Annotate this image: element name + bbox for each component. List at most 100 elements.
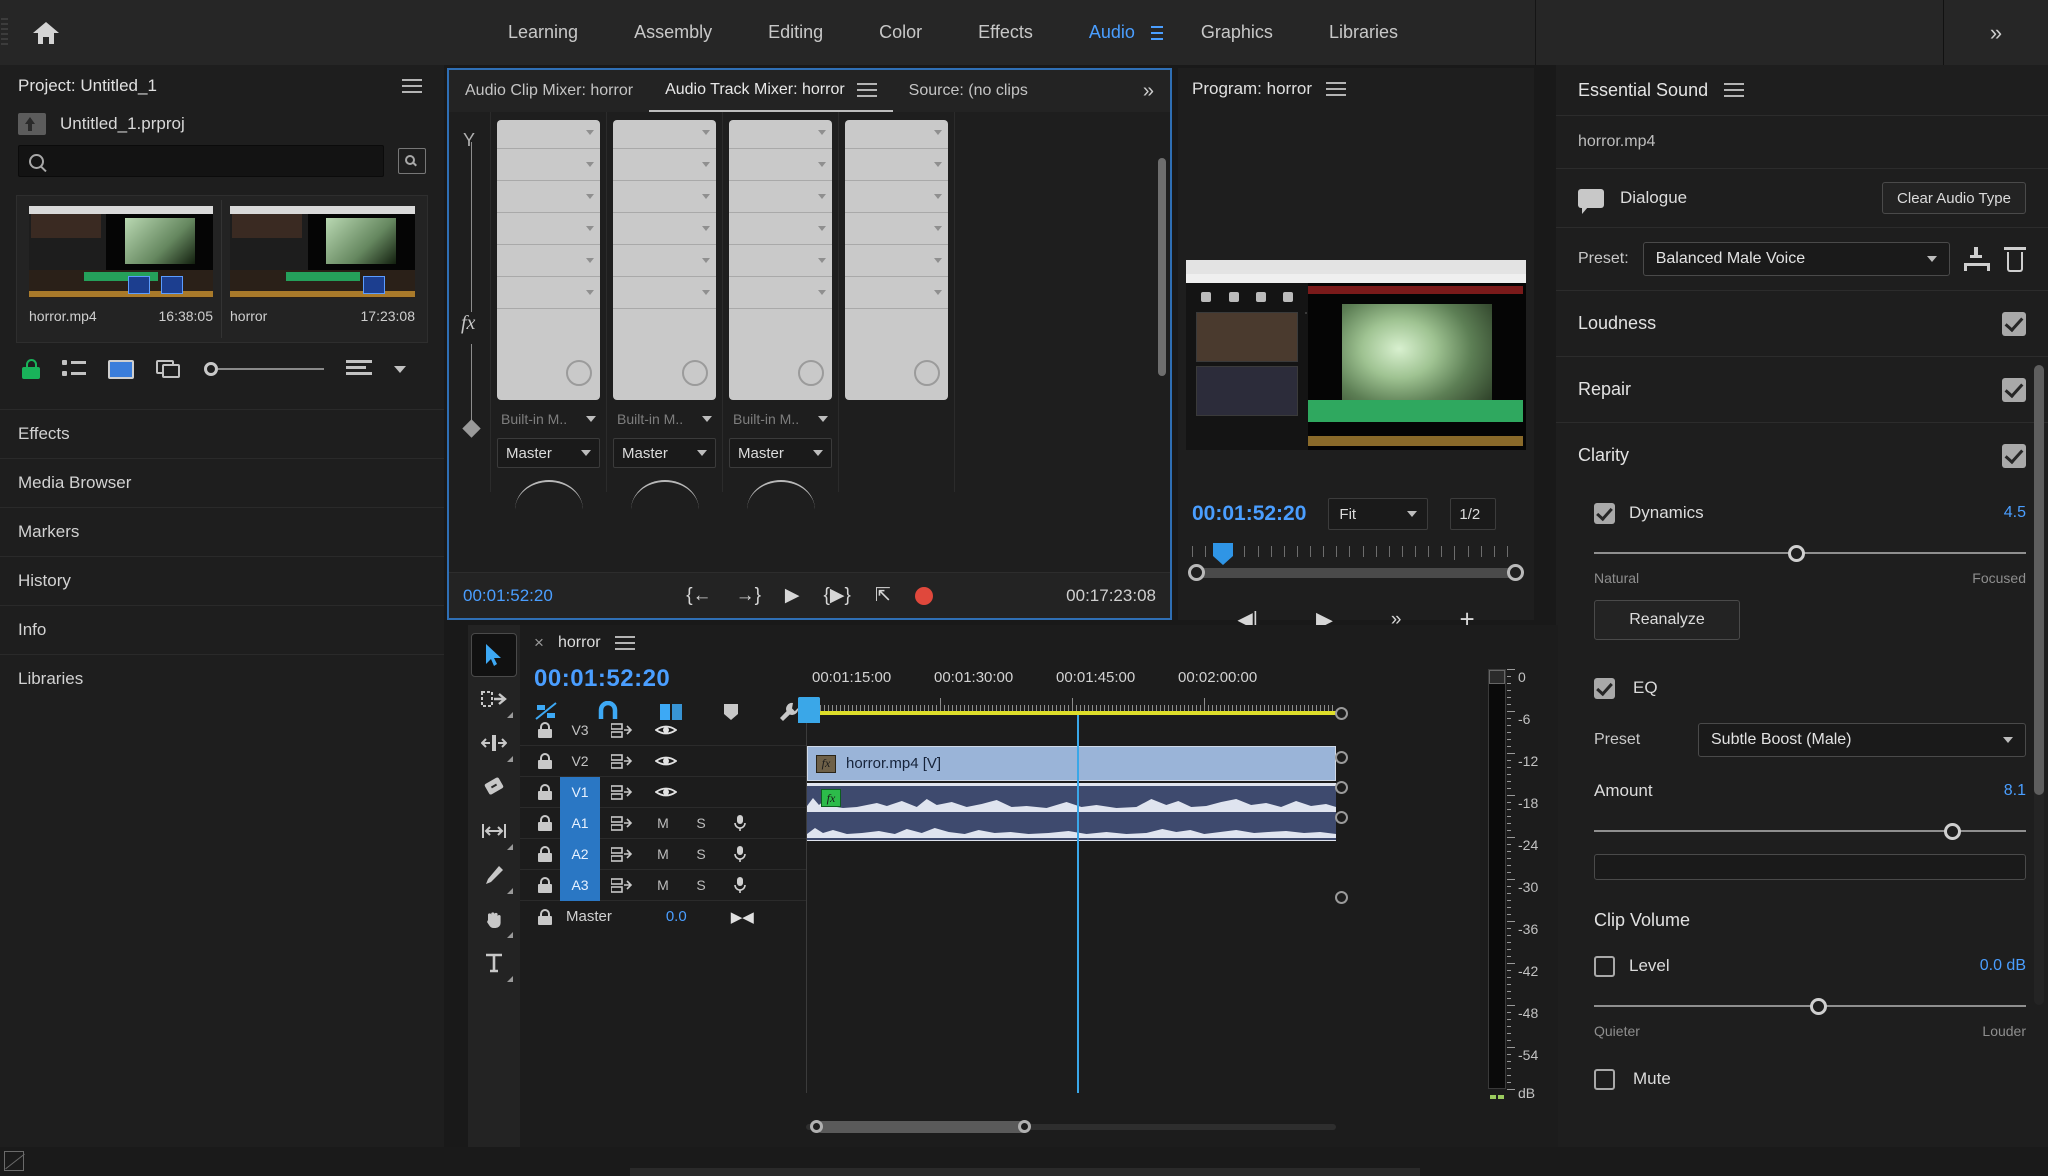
scrollbar-right-handle[interactable] xyxy=(1018,1120,1031,1133)
loudness-section[interactable]: Loudness xyxy=(1556,290,2048,356)
list-view-icon[interactable] xyxy=(62,359,86,379)
slider-knob[interactable] xyxy=(1788,545,1806,562)
track-header-a2[interactable]: A2 M S xyxy=(520,838,806,870)
solo-track-button[interactable]: S xyxy=(682,846,720,862)
program-panel-menu-button[interactable] xyxy=(1325,82,1346,96)
loop-icon[interactable]: {▶} xyxy=(824,586,851,605)
dynamics-checkbox[interactable] xyxy=(1594,502,1615,524)
scrollbar-thumb[interactable] xyxy=(816,1121,1030,1133)
level-value[interactable]: 0.0 dB xyxy=(1980,957,2026,975)
track-resize-handle[interactable] xyxy=(1335,811,1348,824)
pan-control[interactable] xyxy=(729,480,832,510)
toggle-track-output-icon[interactable] xyxy=(644,754,688,768)
effects-rack[interactable] xyxy=(845,120,948,400)
solo-track-button[interactable]: S xyxy=(682,877,720,893)
go-to-out-icon[interactable]: →} xyxy=(736,586,761,605)
workspace-tab-color[interactable]: Color xyxy=(851,0,950,65)
tab-audio-clip-mixer[interactable]: Audio Clip Mixer: horror xyxy=(449,70,649,112)
essential-sound-menu-button[interactable] xyxy=(1724,83,1745,97)
track-header-master[interactable]: Master 0.0 ▶◀ xyxy=(520,901,806,932)
clear-audio-type-button[interactable]: Clear Audio Type xyxy=(1882,182,2026,214)
track-name[interactable]: V3 xyxy=(560,722,600,738)
tab-source-monitor[interactable]: Source: (no clips xyxy=(893,70,1044,112)
mixer-output-selector[interactable]: Master xyxy=(613,438,716,468)
workspace-tab-graphics[interactable]: Graphics xyxy=(1173,0,1301,65)
lock-track-icon[interactable] xyxy=(530,815,560,831)
workspace-tab-learning[interactable]: Learning xyxy=(480,0,606,65)
mute-checkbox[interactable] xyxy=(1594,1068,1615,1090)
audio-meter-bar[interactable] xyxy=(1488,669,1506,1089)
sidebar-item-libraries[interactable]: Libraries xyxy=(0,654,444,703)
zoom-slider-knob[interactable] xyxy=(204,362,218,376)
workspace-tab-editing[interactable]: Editing xyxy=(740,0,851,65)
track-header-v3[interactable]: V3 xyxy=(520,715,806,746)
export-icon[interactable]: ⇱ xyxy=(875,586,891,605)
timeline-panel-menu-button[interactable] xyxy=(614,636,635,650)
audio-meter-clip-indicator[interactable] xyxy=(1489,670,1505,684)
track-name[interactable]: A1 xyxy=(560,807,600,839)
sync-lock-icon[interactable] xyxy=(600,753,644,769)
mute-track-button[interactable]: M xyxy=(644,877,682,893)
scrubber-track[interactable] xyxy=(1192,568,1520,578)
dynamics-value[interactable]: 4.5 xyxy=(2004,504,2026,522)
tab-audio-track-mixer[interactable]: Audio Track Mixer: horror xyxy=(649,70,893,112)
mixer-input-selector[interactable]: Built-in M.. xyxy=(497,406,600,432)
effects-rack[interactable] xyxy=(497,120,600,400)
sort-icon[interactable] xyxy=(346,360,372,378)
timeline-clip-audio-2[interactable] xyxy=(807,812,1336,841)
slider-knob[interactable] xyxy=(1943,823,1961,840)
track-header-a3[interactable]: A3 M S xyxy=(520,869,806,901)
master-meter-icon[interactable]: ▶◀ xyxy=(731,908,754,926)
playback-resolution-select[interactable]: 1/2 xyxy=(1450,498,1497,530)
level-checkbox[interactable] xyxy=(1594,955,1615,977)
effects-rack[interactable] xyxy=(613,120,716,400)
hand-tool-icon[interactable] xyxy=(471,897,517,941)
workspace-tab-libraries[interactable]: Libraries xyxy=(1301,0,1426,65)
eq-checkbox[interactable] xyxy=(1594,677,1615,699)
track-resize-handle[interactable] xyxy=(1335,891,1348,904)
reanalyze-button[interactable]: Reanalyze xyxy=(1594,600,1740,640)
play-icon[interactable]: ▶ xyxy=(785,586,800,605)
in-point-handle[interactable] xyxy=(1188,564,1205,581)
save-preset-icon[interactable] xyxy=(1964,247,1990,271)
sync-lock-icon[interactable] xyxy=(600,846,644,862)
track-resize-handle[interactable] xyxy=(1335,781,1348,794)
program-timecode[interactable]: 00:01:52:20 xyxy=(1192,502,1306,526)
mixer-tab-overflow-button[interactable]: » xyxy=(1133,70,1164,112)
timeline-clip-video[interactable]: fx horror.mp4 [V] xyxy=(807,746,1336,781)
program-video-preview[interactable] xyxy=(1186,260,1526,450)
close-icon[interactable]: × xyxy=(534,633,544,653)
timeline-ruler-ticks[interactable] xyxy=(806,697,1336,711)
workspace-tab-assembly[interactable]: Assembly xyxy=(606,0,740,65)
chevron-down-icon[interactable] xyxy=(394,365,406,373)
ripple-edit-tool-icon[interactable] xyxy=(471,721,517,765)
home-button[interactable] xyxy=(24,11,68,55)
sync-lock-icon[interactable] xyxy=(600,722,644,738)
mute-track-button[interactable]: M xyxy=(644,846,682,862)
workspace-overflow-button[interactable]: » xyxy=(1943,0,2048,65)
lock-track-icon[interactable] xyxy=(530,877,560,893)
type-tool-icon[interactable] xyxy=(471,941,517,985)
track-header-a1[interactable]: A1 M S xyxy=(520,807,806,839)
sidebar-item-info[interactable]: Info xyxy=(0,605,444,654)
icon-view-icon[interactable] xyxy=(108,359,134,379)
mixer-output-selector[interactable]: Master xyxy=(497,438,600,468)
repair-checkbox[interactable] xyxy=(2002,377,2026,402)
eq-graph-placeholder[interactable] xyxy=(1594,854,2026,880)
lock-bin-icon[interactable] xyxy=(22,359,40,379)
sync-lock-icon[interactable] xyxy=(600,784,644,800)
timeline-sequence-name[interactable]: horror xyxy=(558,634,601,652)
sidebar-item-history[interactable]: History xyxy=(0,556,444,605)
track-header-v2[interactable]: V2 xyxy=(520,746,806,777)
project-file-row[interactable]: Untitled_1.prproj xyxy=(0,107,444,145)
effects-rack[interactable] xyxy=(729,120,832,400)
search-input[interactable] xyxy=(52,153,373,169)
selection-tool-icon[interactable] xyxy=(471,633,517,677)
thumbnail-zoom-slider[interactable] xyxy=(204,362,324,376)
slip-tool-icon[interactable] xyxy=(471,809,517,853)
clarity-checkbox[interactable] xyxy=(2002,443,2026,468)
repair-section[interactable]: Repair xyxy=(1556,356,2048,422)
toggle-track-output-icon[interactable] xyxy=(644,785,688,799)
eq-amount-value[interactable]: 8.1 xyxy=(2004,782,2026,800)
lock-track-icon[interactable] xyxy=(530,784,560,800)
